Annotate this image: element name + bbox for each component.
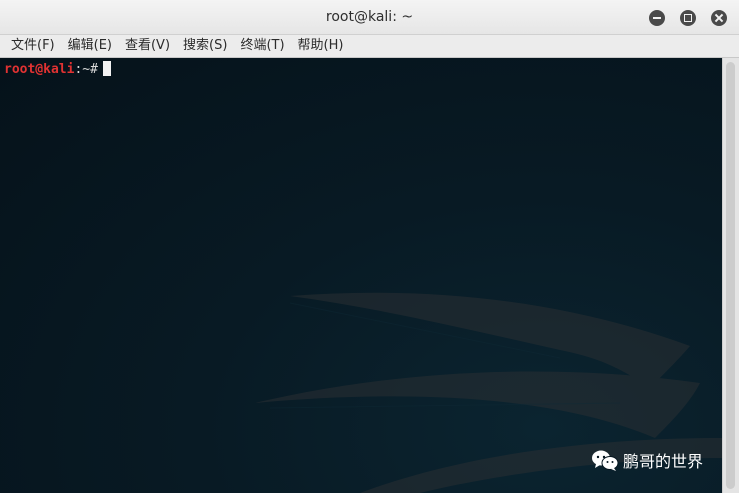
menu-search[interactable]: 搜索(S) <box>177 35 234 57</box>
prompt-user-host: root@kali <box>4 62 75 77</box>
title-bar[interactable]: root@kali: ~ <box>0 0 739 35</box>
menu-edit[interactable]: 编辑(E) <box>62 35 119 57</box>
window-title: root@kali: ~ <box>325 9 414 25</box>
scrollbar-thumb[interactable] <box>726 62 735 489</box>
text-cursor <box>102 61 111 76</box>
minimize-button[interactable] <box>649 10 665 26</box>
menu-terminal[interactable]: 终端(T) <box>234 35 291 57</box>
wechat-icon <box>592 450 619 471</box>
maximize-button[interactable] <box>680 10 696 26</box>
menu-file[interactable]: 文件(F) <box>5 35 62 57</box>
kali-dragon-logo <box>255 292 722 493</box>
watermark: 鹏哥的世界 <box>591 449 703 471</box>
menu-bar: 文件(F) 编辑(E) 查看(V) 搜索(S) 终端(T) 帮助(H) <box>0 35 739 58</box>
terminal-area[interactable]: root@kali:~# 鹏哥的世界 <box>0 58 722 493</box>
close-button[interactable] <box>711 10 727 26</box>
terminal-scrollbar[interactable] <box>722 58 739 493</box>
terminal-window: root@kali: ~ 文件(F) 编辑(E) 查看(V) 搜索(S) 终端(… <box>0 0 739 493</box>
watermark-text: 鹏哥的世界 <box>623 452 704 471</box>
prompt-path: :~# <box>74 62 98 77</box>
menu-view[interactable]: 查看(V) <box>119 35 177 57</box>
menu-help[interactable]: 帮助(H) <box>292 35 351 57</box>
prompt-line: root@kali:~# <box>4 61 111 78</box>
